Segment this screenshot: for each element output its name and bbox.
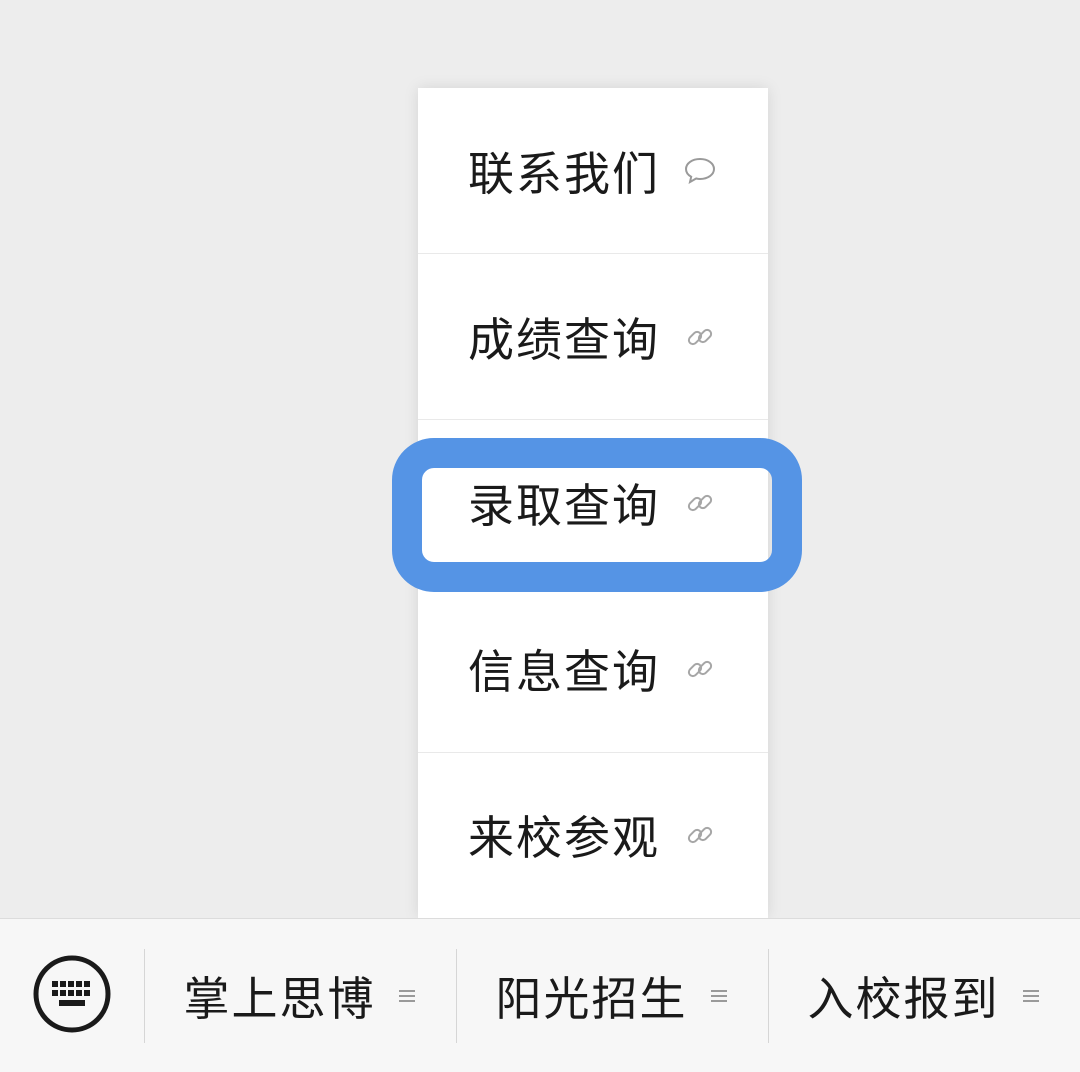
menu-item-admission-query[interactable]: 录取查询	[418, 419, 768, 585]
menu-item-label: 信息查询	[468, 645, 660, 700]
menu-item-info-query[interactable]: 信息查询	[418, 585, 768, 752]
tab-label: 阳光招生	[495, 971, 688, 1026]
menu-lines-icon	[710, 986, 730, 1006]
tab-label: 入校报到	[807, 971, 1000, 1026]
tab-zhangshang-sibo[interactable]: 掌上思博	[145, 919, 456, 1072]
bottom-menu-bar: 掌上思博 阳光招生 入校报到	[0, 918, 1080, 1072]
link-icon	[684, 819, 716, 851]
menu-item-score-query[interactable]: 成绩查询	[418, 253, 768, 419]
link-icon	[684, 487, 716, 519]
menu-item-label: 成绩查询	[468, 312, 660, 367]
keyboard-toggle-button[interactable]	[0, 919, 144, 1072]
menu-item-contact-us[interactable]: 联系我们	[418, 88, 768, 253]
tab-ruxiao-baodao[interactable]: 入校报到	[769, 919, 1080, 1072]
popup-menu: 联系我们 成绩查询 录取查询 信息查询 来校参观	[418, 88, 768, 918]
menu-item-label: 联系我们	[468, 146, 660, 201]
link-icon	[684, 653, 716, 685]
menu-lines-icon	[398, 986, 418, 1006]
menu-item-label: 来校参观	[468, 811, 660, 866]
chat-bubble-icon	[684, 155, 716, 187]
keyboard-icon	[32, 954, 112, 1038]
menu-item-label: 录取查询	[468, 479, 660, 533]
tab-label: 掌上思博	[183, 971, 376, 1026]
menu-item-campus-visit[interactable]: 来校参观	[418, 751, 768, 918]
tab-yangguang-zhaosheng[interactable]: 阳光招生	[457, 919, 768, 1072]
link-icon	[684, 321, 716, 353]
menu-lines-icon	[1022, 986, 1042, 1006]
